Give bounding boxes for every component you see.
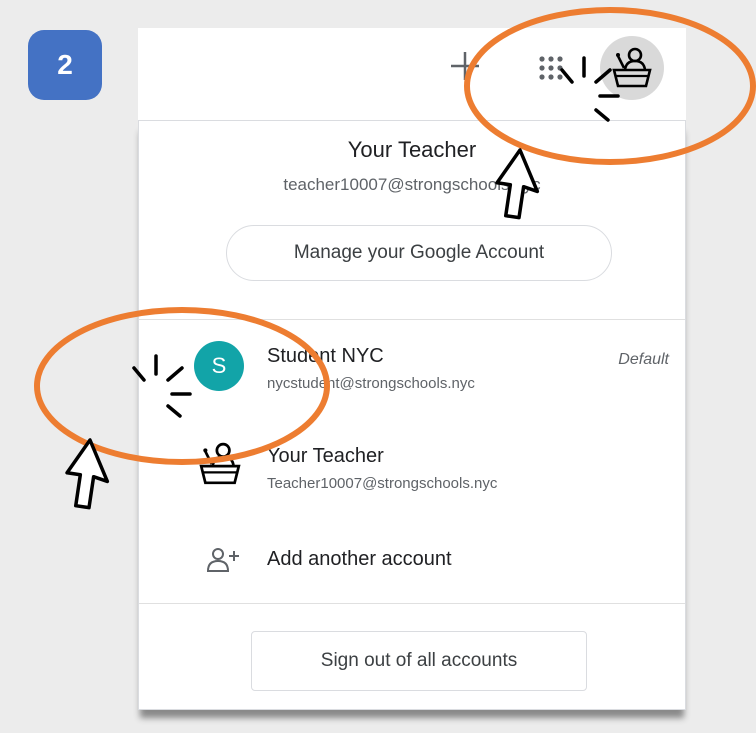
student-avatar: S — [194, 341, 244, 391]
plus-icon[interactable] — [447, 48, 483, 84]
teacher-avatar-icon — [199, 442, 241, 485]
teacher-account-name: Your Teacher — [267, 445, 384, 467]
step-number: 2 — [57, 49, 73, 80]
sign-out-all-button[interactable]: Sign out of all accounts — [251, 631, 587, 691]
divider — [139, 319, 685, 320]
manage-google-account-button[interactable]: Manage your Google Account — [226, 225, 612, 281]
student-avatar-wrap: S — [194, 341, 244, 391]
divider — [139, 603, 685, 604]
current-account-name: Your Teacher — [347, 137, 477, 162]
add-account-label: Add another account — [267, 548, 452, 570]
student-account-email: nycstudent@strongschools.nyc — [267, 375, 475, 392]
default-badge: Default — [618, 351, 669, 368]
student-avatar-initial: S — [211, 353, 227, 378]
account-row-teacher[interactable]: Your Teacher Teacher10007@strongschools.… — [139, 427, 685, 507]
add-person-icon — [207, 548, 239, 572]
account-row-student[interactable]: S Student NYC nycstudent@strongschools.n… — [139, 327, 685, 407]
account-avatar-button[interactable] — [600, 36, 664, 100]
student-account-name: Student NYC — [267, 345, 384, 367]
step-number-badge: 2 — [28, 30, 102, 100]
current-account-email: teacher10007@strongschools.nyc — [283, 175, 541, 194]
teacher-account-email: Teacher10007@strongschools.nyc — [267, 475, 498, 492]
apps-grid-icon[interactable] — [538, 55, 564, 81]
teacher-avatar-icon — [612, 47, 652, 88]
add-account-row[interactable]: Add another account — [139, 521, 685, 597]
account-menu-panel: Your Teacher teacher10007@strongschools.… — [138, 120, 686, 710]
